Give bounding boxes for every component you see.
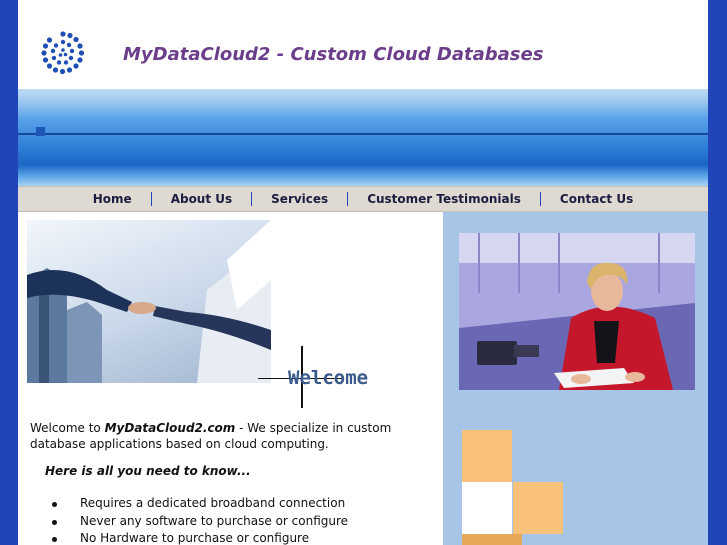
intro-prefix: Welcome to bbox=[30, 421, 105, 435]
nav-item-home[interactable]: Home bbox=[74, 192, 151, 206]
intro-paragraph: Welcome to MyDataCloud2.com - We special… bbox=[30, 420, 430, 452]
main-nav: Home About Us Services Customer Testimon… bbox=[18, 186, 708, 212]
features-list: Requires a dedicated broadband connectio… bbox=[52, 495, 348, 545]
list-item: No Hardware to purchase or configure bbox=[52, 530, 348, 545]
spiral-dots-logo-icon[interactable] bbox=[38, 28, 88, 78]
main-content: Welcome Welcome to MyDataCloud2.com - We… bbox=[18, 212, 443, 545]
banner-stripe bbox=[18, 133, 708, 135]
list-item: Never any software to purchase or config… bbox=[52, 513, 348, 531]
bullet-icon bbox=[52, 537, 57, 542]
feature-text: Requires a dedicated broadband connectio… bbox=[80, 496, 346, 510]
handshake-photo bbox=[27, 220, 271, 383]
nav-item-services[interactable]: Services bbox=[252, 192, 347, 206]
banner-square bbox=[36, 127, 45, 136]
decorative-tile bbox=[513, 482, 563, 534]
site-header: MyDataCloud2 - Custom Cloud Databases bbox=[18, 0, 708, 89]
nav-item-contact-us[interactable]: Contact Us bbox=[541, 192, 652, 206]
nav-item-about-us[interactable]: About Us bbox=[152, 192, 251, 206]
businesswoman-photo bbox=[459, 233, 695, 390]
feature-text: Never any software to purchase or config… bbox=[80, 513, 349, 528]
decorative-tile bbox=[462, 482, 512, 534]
intro-brand: MyDataCloud2.com bbox=[104, 421, 236, 435]
bullet-icon bbox=[52, 502, 57, 507]
site-title: MyDataCloud2 - Custom Cloud Databases bbox=[123, 44, 544, 65]
banner-shine bbox=[18, 89, 708, 119]
sidebar bbox=[443, 212, 708, 545]
decorative-tile bbox=[462, 534, 522, 545]
welcome-heading: Welcome bbox=[288, 367, 369, 389]
decorative-tile bbox=[462, 430, 512, 482]
page-container: MyDataCloud2 - Custom Cloud Databases Ho… bbox=[18, 0, 708, 545]
list-item: Requires a dedicated broadband connectio… bbox=[52, 495, 348, 513]
features-subheading: Here is all you need to know... bbox=[45, 464, 251, 478]
bullet-icon bbox=[52, 519, 57, 525]
nav-item-customer-testimonials[interactable]: Customer Testimonials bbox=[348, 192, 540, 206]
feature-text: No Hardware to purchase or configure bbox=[80, 531, 310, 545]
header-banner bbox=[18, 89, 708, 186]
